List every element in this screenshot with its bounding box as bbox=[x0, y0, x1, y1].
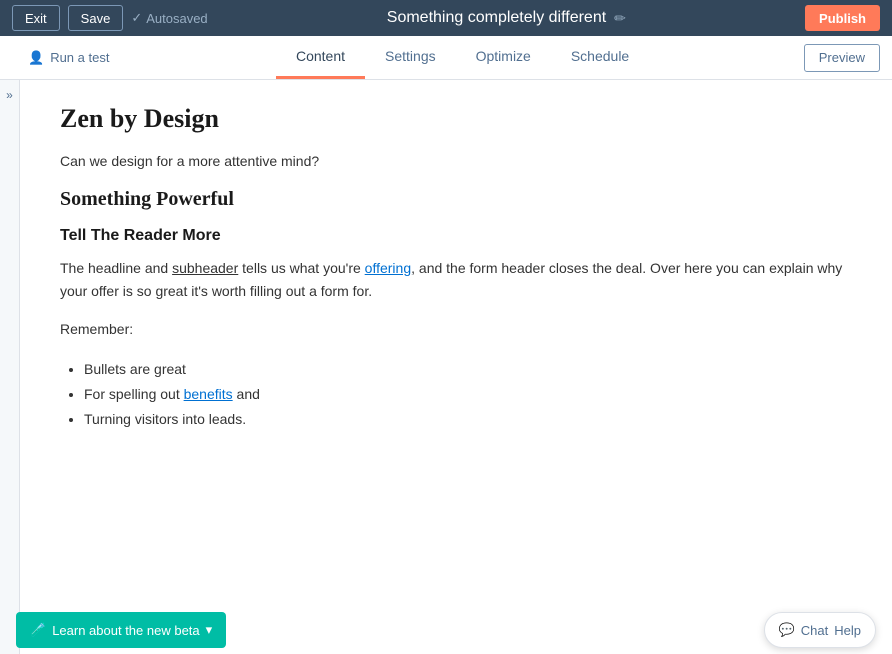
benefits-link[interactable]: benefits bbox=[184, 386, 233, 402]
tab-settings[interactable]: Settings bbox=[365, 36, 456, 79]
dropdown-chevron-icon: ▾ bbox=[206, 622, 213, 638]
autosaved-label: Autosaved bbox=[146, 11, 207, 26]
run-test-button[interactable]: 👤 Run a test bbox=[16, 36, 121, 79]
editor-h3: Tell The Reader More bbox=[60, 227, 852, 245]
person-icon: 👤 bbox=[28, 50, 44, 66]
exit-button[interactable]: Exit bbox=[12, 5, 60, 31]
bullet-2-pre: For spelling out bbox=[84, 386, 184, 402]
chat-label: Chat bbox=[801, 623, 828, 638]
editor-body-paragraph: The headline and subheader tells us what… bbox=[60, 257, 852, 302]
page-title: Something completely different bbox=[387, 9, 606, 27]
bullet-1-text: Bullets are great bbox=[84, 361, 186, 377]
editor-h1: Zen by Design bbox=[60, 104, 852, 134]
page-title-area: Something completely different ✏ bbox=[216, 9, 797, 27]
preview-button[interactable]: Preview bbox=[804, 44, 880, 72]
remember-label: Remember: bbox=[60, 318, 852, 340]
chevron-right-icon: » bbox=[6, 88, 13, 102]
body-underline: subheader bbox=[172, 260, 238, 276]
editor-area[interactable]: Zen by Design Can we design for a more a… bbox=[20, 80, 892, 654]
help-label: Help bbox=[834, 623, 861, 638]
edit-icon[interactable]: ✏ bbox=[614, 10, 626, 27]
bullet-3: Turning visitors into leads. bbox=[84, 407, 852, 432]
body-text-2: tells us what you're bbox=[238, 260, 364, 276]
learn-beta-label: Learn about the new beta bbox=[52, 623, 199, 638]
nav-bar: 👤 Run a test Content Settings Optimize S… bbox=[0, 36, 892, 80]
sidebar-toggle[interactable]: » bbox=[0, 80, 20, 654]
toolbar: Exit Save ✓ Autosaved Something complete… bbox=[0, 0, 892, 36]
body-text-1: The headline and bbox=[60, 260, 172, 276]
chat-icon: 💬 bbox=[779, 622, 795, 638]
bullets-list: Bullets are great For spelling out benef… bbox=[84, 357, 852, 433]
publish-button[interactable]: Publish bbox=[805, 5, 880, 31]
tab-schedule[interactable]: Schedule bbox=[551, 36, 649, 79]
tab-content[interactable]: Content bbox=[276, 36, 365, 79]
bullet-2: For spelling out benefits and bbox=[84, 382, 852, 407]
bullet-3-text: Turning visitors into leads. bbox=[84, 411, 246, 427]
tab-optimize[interactable]: Optimize bbox=[456, 36, 551, 79]
editor-h2: Something Powerful bbox=[60, 188, 852, 211]
bullet-2-post: and bbox=[233, 386, 260, 402]
flask-icon: 🧪 bbox=[30, 622, 46, 638]
content-wrapper: » Zen by Design Can we design for a more… bbox=[0, 80, 892, 654]
checkmark-icon: ✓ bbox=[131, 10, 142, 26]
run-test-label: Run a test bbox=[50, 50, 109, 65]
offering-link[interactable]: offering bbox=[365, 260, 411, 276]
learn-beta-button[interactable]: 🧪 Learn about the new beta ▾ bbox=[16, 612, 226, 648]
save-button[interactable]: Save bbox=[68, 5, 124, 31]
autosaved-status: ✓ Autosaved bbox=[131, 10, 207, 26]
nav-tabs: Content Settings Optimize Schedule bbox=[121, 36, 803, 79]
chat-button[interactable]: 💬 Chat Help bbox=[764, 612, 876, 648]
bullet-1: Bullets are great bbox=[84, 357, 852, 382]
editor-intro: Can we design for a more attentive mind? bbox=[60, 150, 852, 172]
